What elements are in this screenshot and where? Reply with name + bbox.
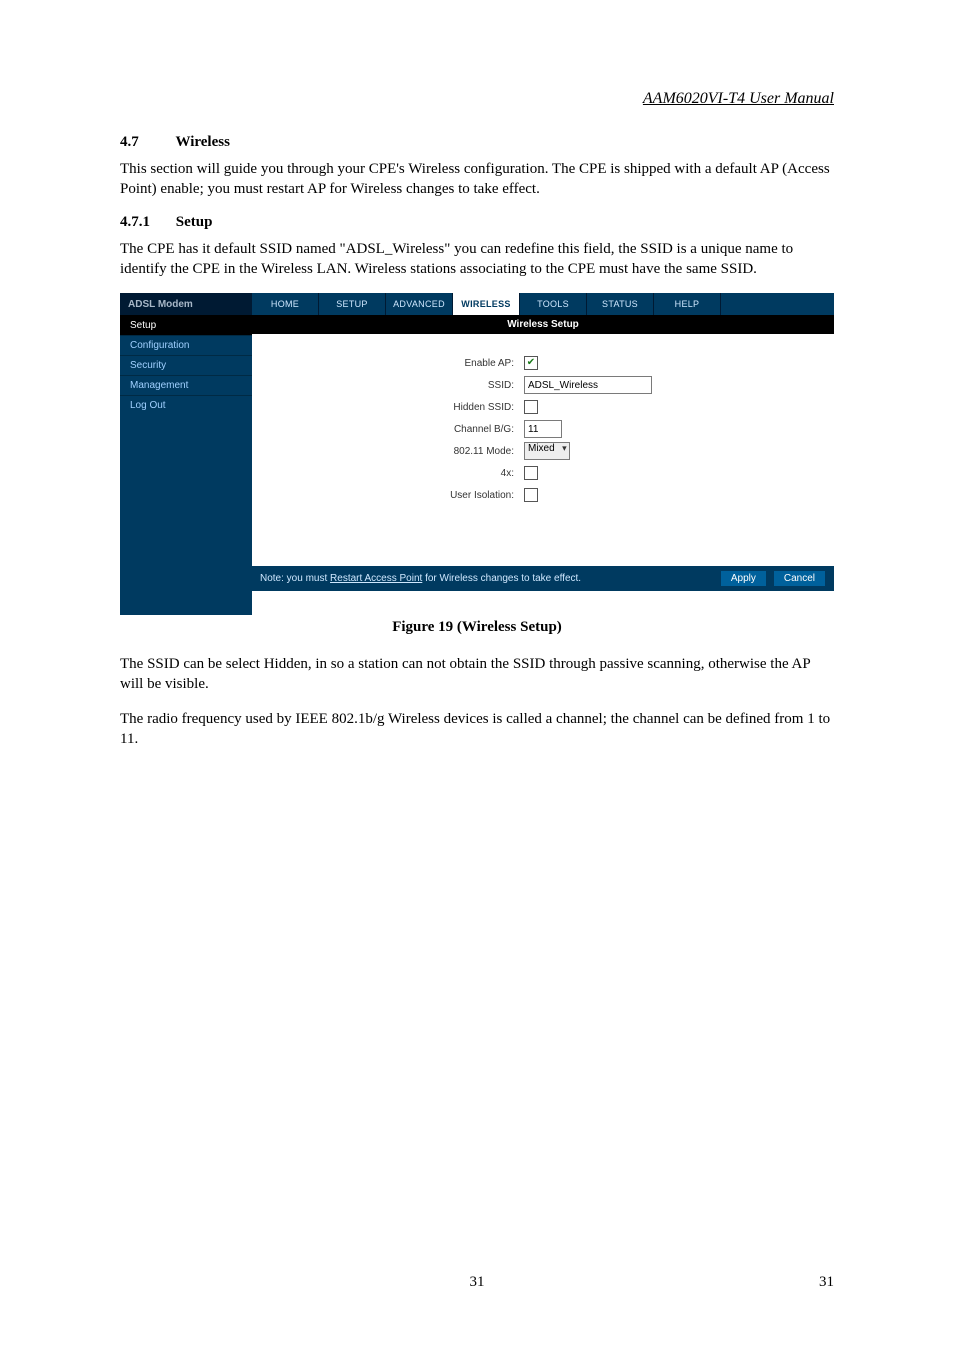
- section-4-7-1-heading: 4.7.1 Setup: [120, 214, 834, 231]
- router-top-bar: ADSL Modem HOME SETUP ADVANCED WIRELESS …: [120, 293, 834, 315]
- section-4-7-1-paragraph: The CPE has it default SSID named "ADSL_…: [120, 239, 834, 280]
- tab-tools[interactable]: TOOLS: [520, 293, 587, 315]
- ssid-label: SSID:: [252, 380, 520, 391]
- router-main-panel: Wireless Setup Enable AP: ✔ SSID: Hidden…: [252, 315, 834, 615]
- section-4-7-heading: 4.7 Wireless: [120, 134, 834, 151]
- hidden-ssid-label: Hidden SSID:: [252, 402, 520, 413]
- section-4-7-paragraph: This section will guide you through your…: [120, 159, 834, 200]
- sidebar-item-management[interactable]: Management: [120, 375, 252, 395]
- tab-fill: [721, 293, 834, 315]
- after-paragraph-2: The radio frequency used by IEEE 802.1b/…: [120, 709, 834, 750]
- sidebar-item-configuration[interactable]: Configuration: [120, 335, 252, 355]
- mode-select[interactable]: Mixed: [524, 442, 570, 460]
- sidebar-item-security[interactable]: Security: [120, 355, 252, 375]
- router-ui-screenshot: ADSL Modem HOME SETUP ADVANCED WIRELESS …: [120, 293, 834, 615]
- after-paragraph-1: The SSID can be select Hidden, in so a s…: [120, 654, 834, 695]
- router-sidebar: Setup Configuration Security Management …: [120, 315, 252, 615]
- wireless-form: Enable AP: ✔ SSID: Hidden SSID: Channel …: [252, 334, 834, 566]
- hidden-ssid-checkbox[interactable]: [524, 400, 538, 414]
- section-number: 4.7.1: [120, 214, 172, 231]
- sidebar-item-setup[interactable]: Setup: [120, 315, 252, 335]
- enable-ap-label: Enable AP:: [252, 358, 520, 369]
- tab-status[interactable]: STATUS: [587, 293, 654, 315]
- apply-button[interactable]: Apply: [720, 570, 767, 587]
- restart-ap-link[interactable]: Restart Access Point: [330, 573, 422, 584]
- fourx-checkbox[interactable]: [524, 466, 538, 480]
- tab-home[interactable]: HOME: [252, 293, 319, 315]
- enable-ap-checkbox[interactable]: ✔: [524, 356, 538, 370]
- cancel-button[interactable]: Cancel: [773, 570, 826, 587]
- footer-note-before: Note: you must: [260, 573, 330, 584]
- fourx-label: 4x:: [252, 468, 520, 479]
- router-footer: Note: you must Restart Access Point for …: [252, 566, 834, 591]
- figure-caption: Figure 19 (Wireless Setup): [120, 619, 834, 636]
- mode-label: 802.11 Mode:: [252, 446, 520, 457]
- page-header: AAM6020VI-T4 User Manual: [120, 90, 834, 108]
- tab-help[interactable]: HELP: [654, 293, 721, 315]
- footer-note-after: for Wireless changes to take effect.: [422, 573, 581, 584]
- router-tab-strip: HOME SETUP ADVANCED WIRELESS TOOLS STATU…: [252, 293, 834, 315]
- user-isolation-label: User Isolation:: [252, 490, 520, 501]
- router-brand-label: ADSL Modem: [120, 293, 252, 315]
- ssid-input[interactable]: [524, 376, 652, 394]
- tab-advanced[interactable]: ADVANCED: [386, 293, 453, 315]
- page-number-right: 31: [819, 1274, 834, 1291]
- user-isolation-checkbox[interactable]: [524, 488, 538, 502]
- channel-label: Channel B/G:: [252, 424, 520, 435]
- sidebar-item-logout[interactable]: Log Out: [120, 395, 252, 415]
- router-body: Setup Configuration Security Management …: [120, 315, 834, 615]
- tab-wireless[interactable]: WIRELESS: [453, 293, 520, 315]
- tab-setup[interactable]: SETUP: [319, 293, 386, 315]
- section-number: 4.7: [120, 134, 172, 151]
- page-number-center: 31: [0, 1274, 954, 1291]
- section-title: Setup: [176, 214, 213, 230]
- document-page: AAM6020VI-T4 User Manual 4.7 Wireless Th…: [0, 0, 954, 1351]
- footer-note: Note: you must Restart Access Point for …: [260, 573, 714, 584]
- channel-input[interactable]: [524, 420, 562, 438]
- panel-title: Wireless Setup: [252, 315, 834, 334]
- section-title: Wireless: [175, 134, 229, 150]
